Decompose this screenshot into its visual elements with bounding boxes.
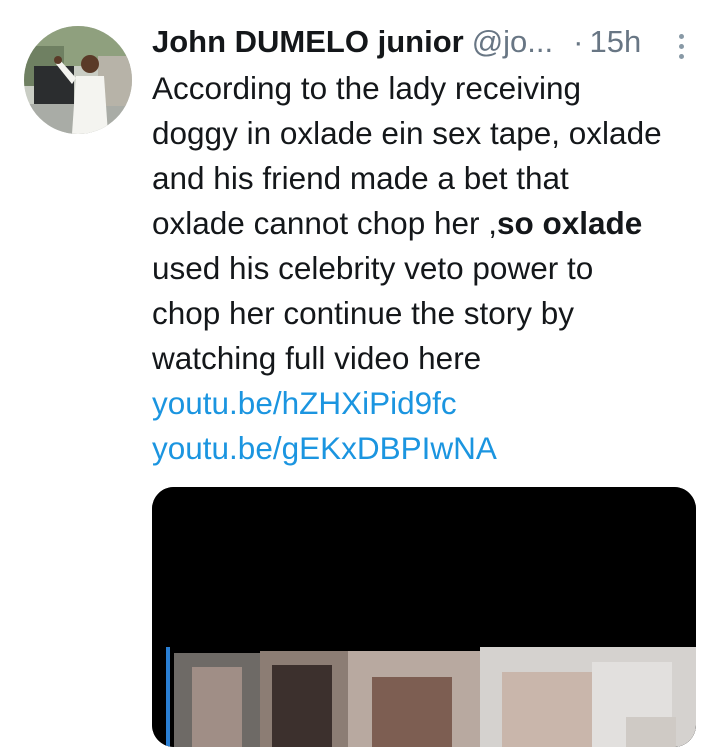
tweet-text-plain: oxlade cannot chop her ,	[152, 205, 497, 241]
tweet-text-line: chop her continue the story by	[152, 295, 575, 331]
tweet: John DUMELO junior @jo... · 15h Accordin…	[0, 0, 720, 747]
tweet-link-line: youtu.be/gEKxDBPIwNA	[152, 426, 708, 471]
tweet-link-line: youtu.be/hZHXiPid9fc	[152, 381, 708, 426]
tweet-text-line: According to the lady receiving	[152, 70, 581, 106]
user-handle[interactable]: @jo...	[472, 24, 553, 60]
tweet-text: According to the lady receiving doggy in…	[152, 66, 708, 471]
tweet-text-line: used his celebrity veto power to	[152, 250, 594, 286]
tweet-text-line: doggy in oxlade ein sex tape, oxlade	[152, 115, 662, 151]
separator-dot: ·	[573, 24, 584, 59]
tweet-header: John DUMELO junior @jo... · 15h	[152, 20, 702, 64]
tweet-text-line: watching full video here	[152, 340, 482, 376]
tweet-text-line: oxlade cannot chop her ,so oxlade	[152, 201, 708, 246]
display-name[interactable]: John DUMELO junior	[152, 24, 464, 60]
more-dot	[678, 43, 684, 49]
more-dot	[678, 53, 684, 59]
avatar[interactable]	[24, 26, 132, 134]
more-dot	[678, 33, 684, 39]
tweet-link-2[interactable]: youtu.be/gEKxDBPIwNA	[152, 430, 497, 466]
tweet-text-bold: so oxlade	[497, 205, 643, 241]
timestamp[interactable]: 15h	[589, 24, 641, 60]
tweet-link-1[interactable]: youtu.be/hZHXiPid9fc	[152, 385, 457, 421]
tweet-text-line: and his friend made a bet that	[152, 160, 569, 196]
media-preview[interactable]	[152, 487, 696, 747]
more-vertical-icon[interactable]	[666, 26, 696, 66]
